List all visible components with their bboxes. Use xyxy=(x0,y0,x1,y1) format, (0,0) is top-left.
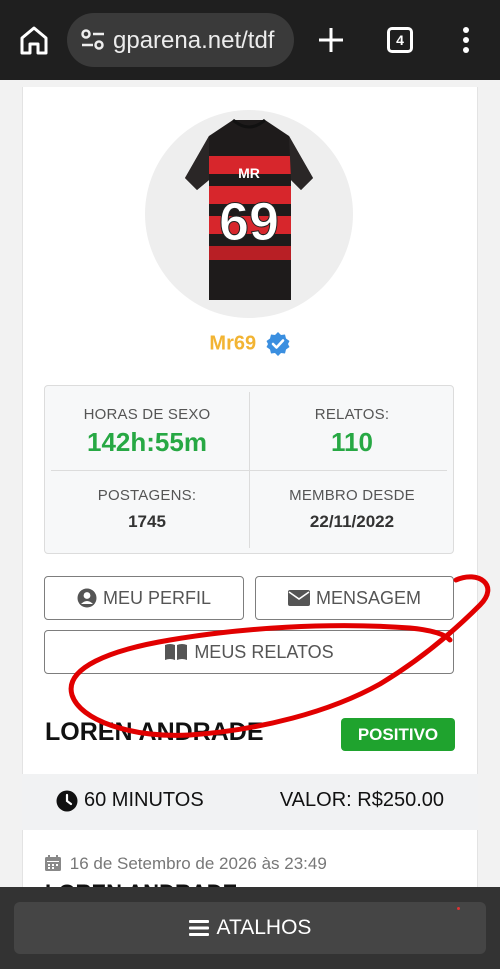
jersey-image: MR 69 xyxy=(185,118,313,300)
my-reports-button[interactable]: MEUS RELATOS xyxy=(44,630,454,674)
stat-label: RELATOS: xyxy=(314,406,390,423)
username-row: Mr69 xyxy=(0,331,500,357)
clock-icon xyxy=(56,790,78,812)
user-circle-icon xyxy=(77,588,97,608)
stat-hours: HORAS DE SEXO 142h:55m xyxy=(45,406,249,458)
envelope-icon xyxy=(287,590,310,606)
home-icon[interactable] xyxy=(16,22,52,58)
calendar-icon xyxy=(45,855,61,871)
report-info-bar: 60 MINUTOS VALOR: R$250.00 xyxy=(22,774,478,830)
message-label: MENSAGEM xyxy=(315,587,421,608)
jersey-number: 69 xyxy=(219,192,279,252)
stat-value: 110 xyxy=(331,427,373,457)
book-open-icon xyxy=(165,644,188,660)
notification-dot xyxy=(457,907,460,910)
my-profile-label: MEU PERFIL xyxy=(102,587,212,608)
my-reports-label: MEUS RELATOS xyxy=(194,641,334,662)
shortcuts-button[interactable]: ATALHOS xyxy=(14,902,486,954)
avatar: MR 69 xyxy=(145,110,353,318)
hamburger-menu-icon xyxy=(188,920,209,936)
verified-badge-icon xyxy=(266,332,290,356)
stats-panel: HORAS DE SEXO 142h:55m RELATOS: 110 POST… xyxy=(44,385,454,554)
stat-label: HORAS DE SEXO xyxy=(83,406,211,423)
url-text: gparena.net/tdf xyxy=(113,27,275,54)
message-button[interactable]: MENSAGEM xyxy=(255,576,454,620)
shortcuts-label: ATALHOS xyxy=(216,916,312,939)
stat-reports: RELATOS: 110 xyxy=(250,406,454,458)
new-tab-icon[interactable] xyxy=(315,24,347,56)
report-date: 16 de Setembro de 2026 às 23:49 xyxy=(45,854,327,874)
my-profile-button[interactable]: MEU PERFIL xyxy=(44,576,244,620)
bottom-navigation: ATALHOS xyxy=(0,887,500,969)
stat-value: 1745 xyxy=(128,512,166,531)
address-bar[interactable]: gparena.net/tdf xyxy=(67,13,294,67)
tab-switcher-button[interactable]: 4 xyxy=(387,27,413,53)
status-badge: POSITIVO xyxy=(341,718,455,751)
duration-text: 60 MINUTOS xyxy=(84,789,204,811)
username[interactable]: Mr69 xyxy=(209,333,256,355)
stat-value: 22/11/2022 xyxy=(309,512,395,531)
jersey-name: MR xyxy=(238,165,260,181)
more-options-icon[interactable] xyxy=(458,24,474,56)
stat-member-since: MEMBRO DESDE 22/11/2022 xyxy=(250,487,454,532)
report-date-text: 16 de Setembro de 2026 às 23:49 xyxy=(69,854,327,873)
site-settings-icon[interactable] xyxy=(80,28,106,52)
stat-value: 142h:55m xyxy=(87,427,207,457)
stat-label: MEMBRO DESDE xyxy=(289,487,415,504)
report-title[interactable]: LOREN ANDRADE xyxy=(45,718,264,747)
browser-toolbar: gparena.net/tdf 4 xyxy=(0,0,500,80)
stat-posts: POSTAGENS: 1745 xyxy=(45,487,249,532)
price-text: VALOR: R$250.00 xyxy=(279,789,444,811)
divider xyxy=(51,470,447,471)
stat-label: POSTAGENS: xyxy=(97,487,197,504)
